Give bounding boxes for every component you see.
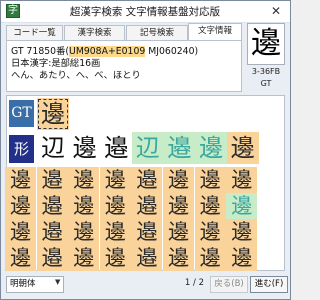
variant-cell[interactable]: 邉 [131, 219, 163, 245]
variant-cell[interactable]: 邊 [194, 193, 226, 219]
big-glyph: 邊 [247, 23, 285, 65]
app-icon: 字 [6, 4, 20, 18]
variant-cell[interactable]: 邉 [36, 167, 68, 193]
variant-cell[interactable]: 邊 [226, 219, 258, 245]
next-button[interactable]: 進む(F) [250, 276, 288, 293]
variant-cell[interactable]: 邊 [99, 193, 131, 219]
tab-kanji-search[interactable]: 漢字検索 [64, 25, 125, 40]
variant-cell[interactable]: 邊 [226, 167, 258, 193]
chevron-down-icon[interactable]: ▼ [55, 278, 60, 286]
variant-cell[interactable]: 邊 [99, 245, 131, 271]
prev-button[interactable]: 戻る(B) [210, 276, 248, 293]
glyph-code: 3-36FB [251, 67, 281, 76]
glyph-source: GT [260, 79, 272, 88]
page-indicator: 1 / 2 [184, 278, 204, 288]
char-info-panel: GT 71850番(UM908A+E0109 MJ060240) 日本漢字:是部… [6, 40, 242, 92]
variant-cell[interactable]: 邉 [36, 193, 68, 219]
variant-cell[interactable]: 邊 [5, 245, 36, 271]
variant-cell[interactable]: 辺 [131, 132, 164, 164]
variant-cell[interactable]: 邊 [99, 219, 131, 245]
info-code-suffix: MJ060240) [145, 46, 199, 57]
variant-cell[interactable]: 邊 [195, 132, 227, 164]
variant-cell[interactable]: 邊 [194, 219, 226, 245]
variant-cell[interactable]: 邊 [68, 219, 100, 245]
variant-cell[interactable]: 邊 [226, 132, 259, 164]
variant-cell[interactable]: 邉 [131, 193, 163, 219]
variant-cell[interactable]: 邊 [226, 193, 258, 219]
variant-cell[interactable]: 邊 [68, 193, 100, 219]
variant-cell[interactable]: 邊 [163, 219, 194, 245]
gt-badge: GT [9, 100, 34, 127]
variant-cell[interactable]: 邊 [5, 219, 36, 245]
variant-cell[interactable]: 邊 [68, 245, 100, 271]
variant-cell[interactable]: 邉 [100, 132, 132, 164]
variant-cell[interactable]: 邊 [69, 132, 101, 164]
variant-cell[interactable]: 邊 [194, 167, 226, 193]
variant-cell[interactable]: 邊 [5, 167, 36, 193]
window-title: 超漢字検索 文字情報基盤対応版 [69, 6, 221, 18]
variant-cell[interactable]: 邉 [163, 132, 196, 164]
close-button[interactable]: ✕ [266, 3, 286, 19]
variant-cell[interactable]: 邉 [131, 245, 163, 271]
variant-cell[interactable]: 邊 [194, 245, 226, 271]
variant-cell[interactable]: 辺 [37, 132, 69, 164]
variant-cell[interactable]: 邊 [37, 98, 69, 130]
variant-cell[interactable]: 邉 [131, 167, 163, 193]
variant-cell[interactable]: 邊 [99, 167, 131, 193]
shape-badge: 形 [9, 135, 34, 163]
variant-cell[interactable]: 邉 [36, 219, 68, 245]
variant-cell[interactable]: 邉 [36, 245, 68, 271]
variant-cell[interactable]: 邊 [163, 193, 194, 219]
variant-cell[interactable]: 邊 [5, 193, 36, 219]
variant-cell[interactable]: 邊 [68, 167, 100, 193]
info-reading-line: へん、あたり、へ、べ、ほとり [11, 70, 141, 81]
tab-symbol-search[interactable]: 記号検索 [126, 25, 188, 40]
variant-cell[interactable]: 邊 [163, 167, 194, 193]
variant-cell[interactable]: 邊 [163, 245, 194, 271]
tab-char-info[interactable]: 文字情報 [188, 23, 242, 40]
variant-cell[interactable]: 邊 [226, 245, 258, 271]
tab-code-list[interactable]: コード一覧 [6, 25, 63, 40]
